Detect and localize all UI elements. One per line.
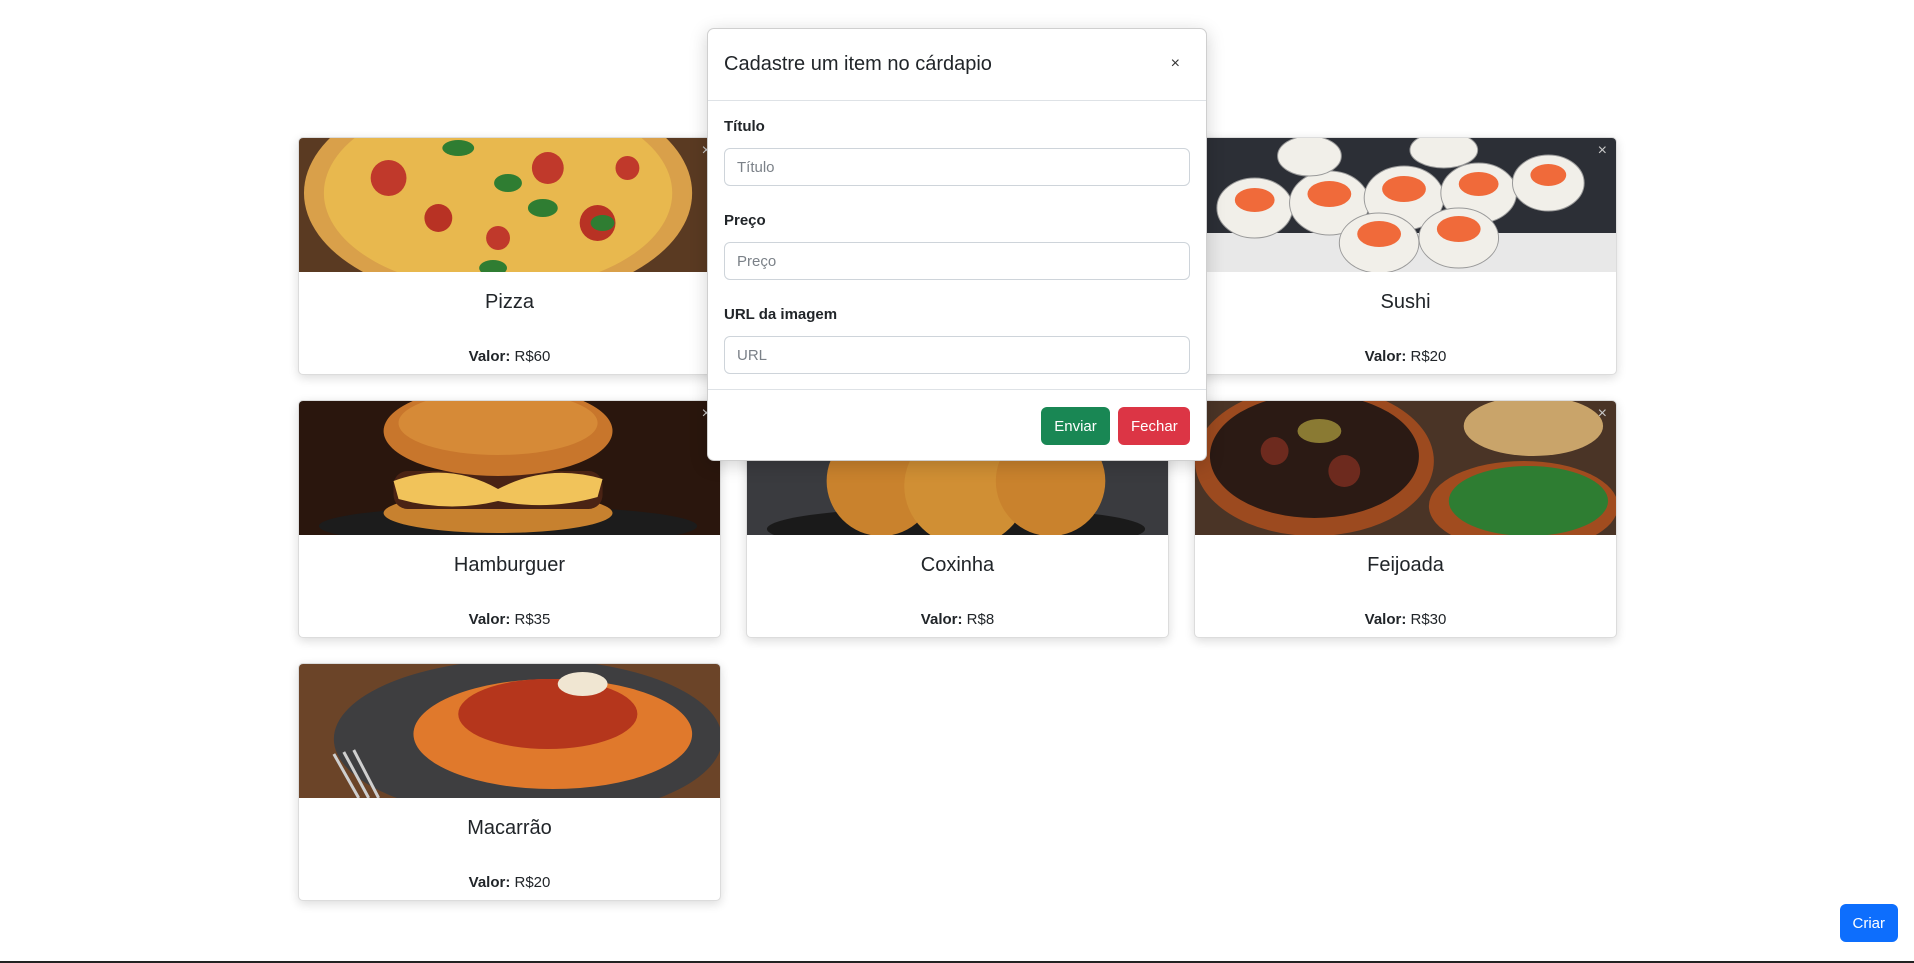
image-url-label: URL da imagem	[724, 306, 838, 323]
card-price: Valor: R$8	[747, 611, 1168, 628]
send-button[interactable]: Enviar	[1041, 407, 1110, 445]
price-value: R$30	[1410, 611, 1447, 628]
card-title: Pizza	[485, 291, 534, 313]
menu-card-macarrao: Macarrão Valor: R$20	[298, 663, 721, 901]
price-label: Valor:	[468, 611, 511, 628]
price-field-label: Preço	[724, 212, 766, 229]
sushi-image: ×	[1195, 138, 1616, 272]
card-price: Valor: R$35	[299, 611, 720, 628]
card-price: Valor: R$30	[1195, 611, 1616, 628]
pizza-image: ×	[299, 138, 720, 272]
price-input[interactable]	[724, 242, 1190, 280]
card-title: Sushi	[1380, 291, 1431, 313]
create-button[interactable]: Criar	[1839, 904, 1898, 942]
menu-card-pizza: × Pizza Valor: R$60	[298, 137, 721, 375]
price-label: Valor:	[1364, 611, 1407, 628]
macarrao-image	[299, 664, 720, 798]
title-label: Título	[724, 118, 765, 135]
card-price: Valor: R$60	[299, 348, 720, 365]
delete-card-icon[interactable]: ×	[1598, 406, 1607, 422]
price-label: Valor:	[468, 348, 511, 365]
price-value: R$60	[514, 348, 551, 365]
modal-title: Cadastre um item no cárdapio	[724, 53, 992, 75]
card-price: Valor: R$20	[299, 874, 720, 891]
feijoada-image: ×	[1195, 401, 1616, 535]
menu-card-sushi: × Sushi Valor: R$20	[1194, 137, 1617, 375]
card-title: Feijoada	[1367, 554, 1444, 576]
price-value: R$35	[514, 611, 551, 628]
card-title: Macarrão	[467, 817, 552, 839]
close-icon[interactable]: ×	[1171, 55, 1180, 73]
price-value: R$8	[966, 611, 995, 628]
price-label: Valor:	[1364, 348, 1407, 365]
add-item-modal: Cadastre um item no cárdapio × Título Pr…	[707, 28, 1207, 461]
menu-card-feijoada: × Feijoada Valor: R$30	[1194, 400, 1617, 638]
price-value: R$20	[1410, 348, 1447, 365]
price-label: Valor:	[468, 874, 511, 891]
card-title: Coxinha	[920, 554, 995, 576]
card-price: Valor: R$20	[1195, 348, 1616, 365]
card-title: Hamburguer	[453, 554, 566, 576]
title-input[interactable]	[724, 148, 1190, 186]
close-button[interactable]: Fechar	[1118, 407, 1190, 445]
burger-image: ×	[299, 401, 720, 535]
modal-body: Título Preço URL da imagem	[708, 101, 1206, 390]
menu-card-hamburguer: × Hamburguer Valor: R$35	[298, 400, 721, 638]
delete-card-icon[interactable]: ×	[1598, 143, 1607, 159]
modal-header: Cadastre um item no cárdapio ×	[708, 29, 1206, 101]
price-label: Valor:	[920, 611, 963, 628]
image-url-input[interactable]	[724, 336, 1190, 374]
price-value: R$20	[514, 874, 551, 891]
